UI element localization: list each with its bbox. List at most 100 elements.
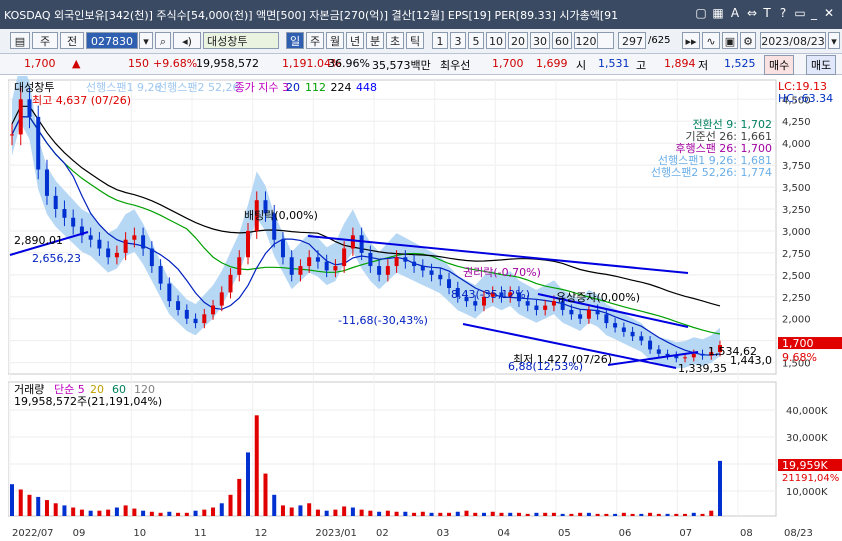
volume-bar-51	[455, 511, 460, 516]
price-tick-3: 3,750	[782, 161, 811, 172]
close-icon[interactable]: ✕	[822, 6, 836, 20]
volume-bar-67	[595, 513, 600, 516]
volume-bar-78	[691, 512, 696, 516]
low-label: 저	[698, 59, 709, 72]
date-input[interactable]: 2023/08/23	[760, 32, 826, 49]
volume-bar-30	[272, 494, 277, 516]
candle-body-36	[324, 261, 329, 271]
volume-bar-10	[97, 510, 102, 516]
max-price-label: 최고 4,637 (07/26)	[32, 94, 131, 107]
price-legend-0: 선행스팬1 9,26	[86, 81, 161, 94]
period-button-5[interactable]: 초	[386, 32, 404, 49]
link-icon[interactable]: ⇔	[745, 6, 759, 20]
volume-bar-49	[438, 512, 443, 516]
candle-body-73	[648, 340, 653, 350]
window-icon[interactable]: ▭	[793, 6, 807, 20]
candle-body-2	[27, 99, 32, 117]
candle-body-48	[429, 270, 434, 275]
candle-body-72	[639, 336, 644, 341]
candle-body-40	[359, 235, 364, 253]
volume-bar-12	[114, 507, 119, 516]
period-button-4[interactable]: 분	[366, 32, 384, 49]
volume-bar-6	[62, 505, 67, 516]
price-tick-6: 3,000	[782, 227, 811, 238]
interval-button-30[interactable]: 30	[530, 32, 550, 49]
annotation-2: 배팅락(0,00%)	[244, 209, 318, 222]
interval-button-20[interactable]: 20	[508, 32, 528, 49]
interval-button-120[interactable]: 120	[574, 32, 598, 49]
annotation-10: 1,443,0	[730, 354, 772, 367]
volume-current-label: 19,959K	[782, 459, 828, 472]
volume-bar-11	[106, 509, 111, 516]
text-icon[interactable]: A	[728, 6, 742, 20]
interval-button-1[interactable]: 1	[432, 32, 448, 49]
period-a-select[interactable]: 주	[32, 32, 58, 49]
period-b-select[interactable]: 전	[60, 32, 84, 49]
volume-bar-52	[464, 510, 469, 516]
candle-body-10	[97, 239, 102, 249]
interval-button-10[interactable]: 10	[486, 32, 506, 49]
volume-bar-38	[342, 506, 347, 516]
restore-icon[interactable]: ▢	[694, 6, 708, 20]
candle-body-5	[53, 195, 58, 210]
price-tick-8: 2,500	[782, 271, 811, 282]
candle-body-21	[193, 318, 198, 324]
volume-bar-0	[10, 484, 14, 516]
stock-code-input[interactable]: 027830	[86, 32, 138, 49]
volume-bar-77	[683, 513, 688, 516]
search-icon[interactable]: ⌕	[155, 32, 171, 49]
candle-body-49	[438, 274, 443, 280]
candle-body-65	[578, 314, 583, 319]
toolbar: ▤ 주 전 027830 ▾ ⌕ ◂) 대성창투 297 /625 ▸▸ ∿ ▣…	[0, 29, 842, 54]
volume-bar-14	[132, 508, 137, 516]
volume-bar-17	[158, 512, 163, 516]
wave-icon[interactable]: ∿	[702, 32, 720, 49]
interval-button-5[interactable]: 5	[468, 32, 484, 49]
volume-bar-1	[18, 489, 23, 516]
candle-body-47	[420, 266, 425, 271]
volume-bar-65	[578, 512, 583, 516]
buy-button[interactable]: 매수	[764, 55, 795, 75]
sell-button[interactable]: 매도	[806, 55, 837, 75]
candle-body-33	[298, 266, 303, 275]
best-ask: 1,700	[492, 57, 524, 70]
volume-bar-48	[429, 512, 434, 516]
calendar-icon[interactable]: ▾	[828, 32, 840, 49]
volume-bar-4	[44, 500, 49, 516]
period-button-0[interactable]: 일	[286, 32, 304, 49]
candle-body-15	[141, 235, 146, 249]
t-icon[interactable]: T	[760, 6, 774, 20]
x-tick-9: 05	[558, 528, 571, 539]
volume-bar-26	[237, 478, 242, 516]
trade-amount: 35,573백만	[372, 59, 431, 72]
interval-button-3[interactable]: 3	[450, 32, 466, 49]
volume-bar-81	[718, 460, 722, 516]
settings-icon[interactable]: ⚙	[740, 32, 756, 49]
interval-button-60[interactable]: 60	[552, 32, 572, 49]
minimize-icon[interactable]: _	[807, 6, 821, 20]
period-button-3[interactable]: 년	[346, 32, 364, 49]
x-tick-7: 03	[437, 528, 450, 539]
count-input[interactable]: 297	[618, 32, 646, 49]
screen-icon[interactable]: ▤	[10, 32, 30, 49]
volume-bar-8	[79, 509, 84, 516]
grid-icon[interactable]: ▦	[711, 6, 725, 20]
candle-body-20	[184, 309, 189, 319]
candle-body-25	[228, 274, 233, 293]
price-legend-1: 선행스팬2 52,26	[157, 81, 239, 94]
help-icon[interactable]: ?	[776, 6, 790, 20]
period-button-6[interactable]: 틱	[406, 32, 424, 49]
annotation-4: 8,43(-35,12%)	[451, 288, 530, 301]
chevron-down-icon[interactable]: ▾	[139, 32, 153, 49]
tools-icon[interactable]: ▸▸	[682, 32, 700, 49]
current-price-label: 1,700	[782, 337, 814, 350]
volume-bar-27	[246, 452, 250, 516]
period-button-2[interactable]: 월	[326, 32, 344, 49]
save-icon[interactable]: ▣	[722, 32, 738, 49]
sound-icon[interactable]: ◂)	[173, 32, 201, 49]
period-button-1[interactable]: 주	[306, 32, 324, 49]
stock-chart[interactable]: 4,5004,2504,0003,7503,5003,2503,0002,750…	[8, 76, 842, 541]
volume-bar-25	[228, 494, 233, 516]
volume-bar-59	[525, 513, 530, 516]
price-legend-6: 448	[356, 81, 377, 94]
